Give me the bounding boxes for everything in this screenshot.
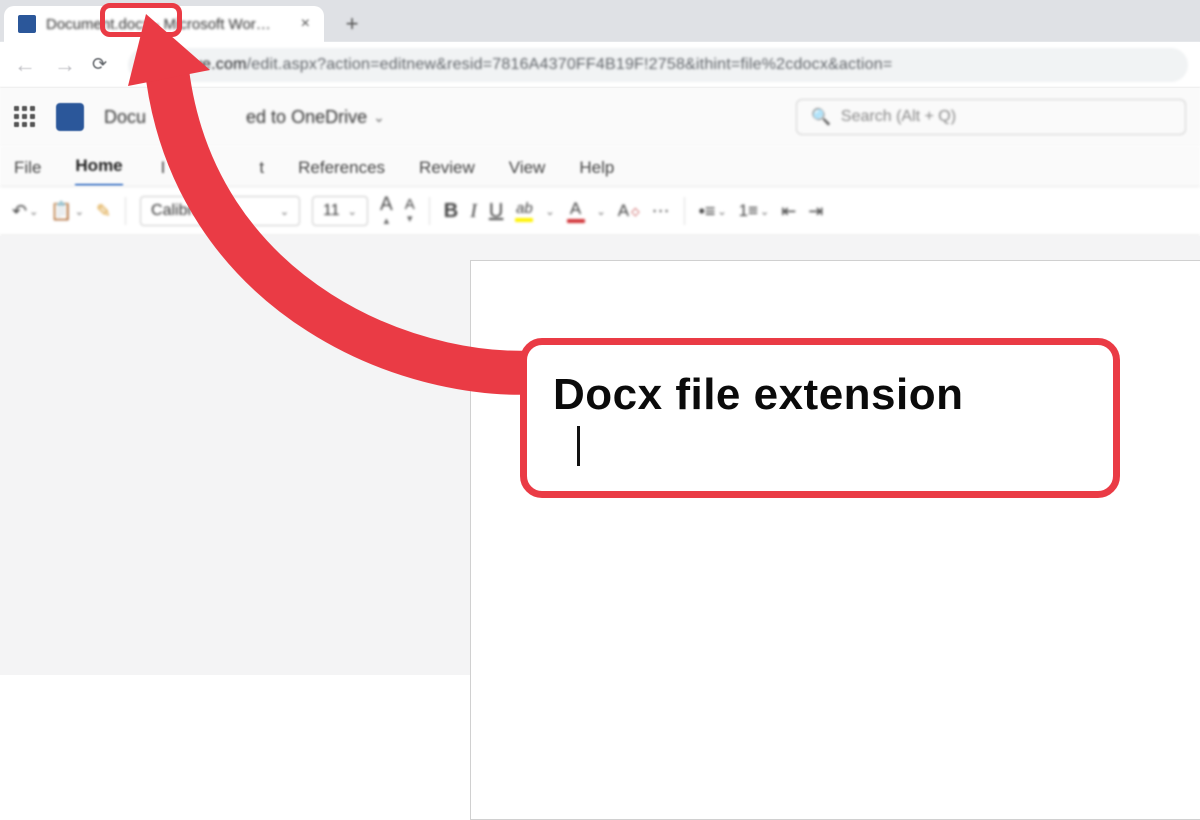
search-icon: 🔍 xyxy=(811,107,831,127)
separator xyxy=(684,197,685,225)
text-caret xyxy=(577,426,580,466)
search-input[interactable]: 🔍 Search (Alt + Q) xyxy=(796,99,1186,135)
numbering-button[interactable]: 1≡⌄ xyxy=(739,201,770,221)
undo-button[interactable]: ↶⌄ xyxy=(12,201,38,222)
word-app-header: Docu ed to OneDrive ⌄ 🔍 Search (Alt + Q) xyxy=(0,88,1200,146)
ribbon-tabs: File Home It References Review View Help xyxy=(0,146,1200,186)
ribbon-tab-home[interactable]: Home xyxy=(75,156,122,186)
bullets-button[interactable]: •≡⌄ xyxy=(699,201,727,222)
underline-button[interactable]: U xyxy=(489,200,503,223)
font-name-value: Calibri ( xyxy=(151,202,206,220)
doc-name-part2: ed to OneDrive xyxy=(246,107,367,128)
bold-button[interactable]: B xyxy=(444,200,458,223)
close-tab-icon[interactable]: × xyxy=(301,15,310,33)
chevron-down-icon: ⌄ xyxy=(280,205,289,218)
ribbon-toolbar: ↶⌄ 📋⌄ ✎ Calibri ( ⌄ 11 ⌄ A▴ A▾ B I U ab … xyxy=(0,186,1200,236)
ribbon-tab-i[interactable]: I xyxy=(161,158,166,186)
address-bar: ← → ⟳ drive.live.com/edit.aspx?action=ed… xyxy=(0,42,1200,88)
decrease-indent-button[interactable]: ⇤ xyxy=(781,201,796,222)
italic-button[interactable]: I xyxy=(470,200,477,223)
new-tab-button[interactable]: + xyxy=(336,8,368,40)
paste-button[interactable]: 📋⌄ xyxy=(50,201,84,222)
ribbon-tab-file[interactable]: File xyxy=(14,158,41,186)
word-logo-icon xyxy=(56,103,84,131)
chevron-down-icon: ⌄ xyxy=(373,109,385,126)
font-name-select[interactable]: Calibri ( ⌄ xyxy=(140,196,300,226)
ribbon-tab-t[interactable]: t xyxy=(259,158,264,186)
ribbon-tab-review[interactable]: Review xyxy=(419,158,475,186)
nav-back-button[interactable]: ← xyxy=(12,52,38,78)
word-favicon xyxy=(18,15,36,33)
ribbon-tab-help[interactable]: Help xyxy=(579,158,614,186)
shrink-font-button[interactable]: A▾ xyxy=(405,197,415,225)
url-host: drive.live.com xyxy=(146,56,247,74)
url-path: /edit.aspx?action=editnew&resid=7816A437… xyxy=(247,56,893,74)
chevron-down-icon[interactable]: ⌄ xyxy=(545,205,554,218)
separator xyxy=(429,197,430,225)
doc-name-part1: Docu xyxy=(104,107,146,128)
grow-font-button[interactable]: A▴ xyxy=(380,195,393,227)
chevron-down-icon[interactable]: ⌄ xyxy=(597,205,606,218)
annotation-callout-text: Docx file extension xyxy=(553,370,1087,420)
url-omnibox[interactable]: drive.live.com/edit.aspx?action=editnew&… xyxy=(128,48,1188,82)
format-painter-button[interactable]: ✎ xyxy=(96,201,111,222)
app-launcher-icon[interactable] xyxy=(14,106,36,128)
increase-indent-button[interactable]: ⇥ xyxy=(808,201,823,222)
annotation-callout: Docx file extension xyxy=(520,338,1120,498)
highlight-button[interactable]: ab xyxy=(515,201,533,222)
document-title[interactable]: Docu ed to OneDrive ⌄ xyxy=(104,107,385,128)
font-size-value: 11 xyxy=(323,202,340,220)
reload-button[interactable]: ⟳ xyxy=(92,54,114,75)
search-placeholder: Search (Alt + Q) xyxy=(841,108,956,126)
ribbon-tab-view[interactable]: View xyxy=(509,158,546,186)
font-size-select[interactable]: 11 ⌄ xyxy=(312,196,368,226)
separator xyxy=(125,197,126,225)
chevron-down-icon: ⌄ xyxy=(348,205,357,218)
more-font-button[interactable]: ⋯ xyxy=(652,201,670,222)
ribbon-tab-references[interactable]: References xyxy=(298,158,385,186)
nav-forward-button[interactable]: → xyxy=(52,52,78,78)
annotation-highlight-tab xyxy=(100,3,182,37)
font-color-button[interactable]: A xyxy=(567,200,585,223)
clear-format-button[interactable]: A◇ xyxy=(618,201,640,221)
